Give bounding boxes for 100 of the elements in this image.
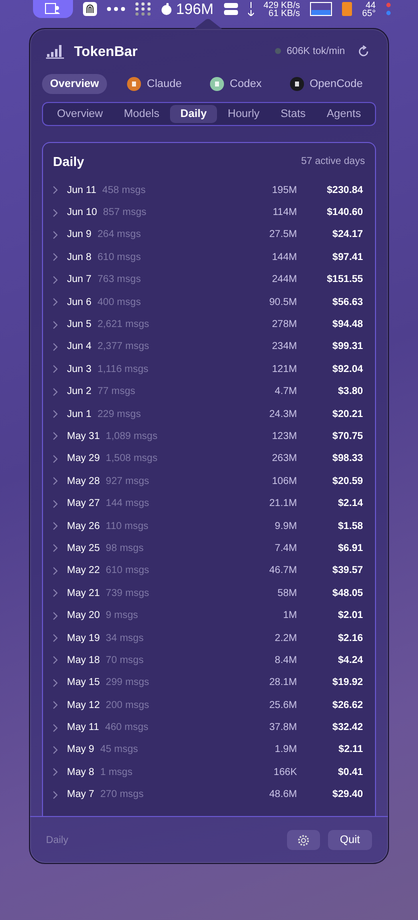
quit-button[interactable]: Quit [328,830,372,850]
chevron-icon[interactable] [53,634,58,642]
chevron-icon[interactable] [53,589,58,598]
disk-icon[interactable] [224,2,238,16]
token-count: 106M [270,476,297,487]
provider-tab[interactable]: Overview [42,74,107,94]
token-count: 46.7M [268,565,297,576]
chevron-icon[interactable] [53,768,58,776]
token-count: 8.4M [274,654,297,666]
chevron-icon[interactable] [53,298,58,306]
message-count: 1,089 msgs [106,430,158,442]
more-icon[interactable] [107,7,125,11]
chevron-icon[interactable] [53,701,58,710]
message-count: 110 msgs [106,520,148,532]
chevron-icon[interactable] [53,276,58,284]
provider-tab[interactable]: Codex [202,73,270,95]
app-title: TokenBar [74,43,138,59]
chevron-icon[interactable] [53,612,58,620]
day-cost: $20.21 [331,408,363,420]
message-count: 1,508 msgs [106,453,158,464]
message-count: 927 msgs [106,476,150,487]
chevron-icon[interactable] [53,500,58,508]
day-date: May 31 [67,430,100,442]
token-count: 195M [270,184,297,196]
message-count: 610 msgs [106,565,150,576]
day-date: Jun 2 [67,386,92,398]
chevron-icon[interactable] [53,656,58,664]
chevron-icon[interactable] [53,388,58,396]
chevron-icon[interactable] [53,342,58,351]
message-count: 270 msgs [100,789,144,800]
chevron-icon[interactable] [53,208,58,217]
token-count: 48.6M [268,789,297,800]
day-date: May 15 [67,677,100,688]
chevron-icon[interactable] [53,365,58,374]
view-tab[interactable]: Hourly [218,105,270,123]
refresh-icon[interactable] [357,44,370,58]
chevron-icon[interactable] [53,253,58,262]
message-count: 1 msgs [100,766,132,778]
settings-button[interactable] [286,830,320,850]
day-date: May 25 [67,542,100,554]
chevron-icon[interactable] [53,790,58,799]
day-cost: $24.17 [331,229,363,240]
cpu-graph-icon[interactable] [310,2,332,16]
card-title: Daily [53,154,84,168]
token-count: 263M [270,453,297,464]
token-rate: 606K tok/min [286,46,345,56]
day-date: May 26 [67,520,100,532]
chevron-icon[interactable] [53,746,58,754]
day-cost: $2.14 [336,498,363,510]
day-date: May 29 [67,453,100,464]
grid-icon[interactable] [135,2,151,16]
chevron-icon[interactable] [53,186,58,194]
chevron-icon[interactable] [53,522,58,530]
battery-level-icon[interactable] [342,2,352,16]
view-tab[interactable]: Overview [47,105,113,123]
message-count: 739 msgs [106,588,150,599]
token-count: 278M [270,319,297,330]
message-count: 200 msgs [106,700,150,711]
day-cost: $32.42 [331,722,363,734]
day-date: Jun 4 [67,341,92,352]
message-count: 458 msgs [102,184,146,196]
provider-tab[interactable]: Claude [118,73,190,95]
day-date: Jun 10 [67,207,98,218]
chevron-icon[interactable] [53,410,58,418]
message-count: 34 msgs [106,632,144,644]
message-count: 98 msgs [106,542,144,554]
chevron-icon[interactable] [53,320,58,329]
day-date: May 12 [67,700,100,711]
day-cost: $70.75 [331,430,363,442]
status-dots-icon [386,2,391,16]
message-count: 610 msgs [97,252,141,263]
view-tab[interactable]: Stats [270,105,316,123]
message-count: 763 msgs [97,274,141,286]
day-cost: $56.63 [331,296,363,308]
chevron-icon[interactable] [53,724,58,732]
message-count: 400 msgs [97,296,141,308]
day-date: May 8 [67,766,94,778]
view-tab[interactable]: Daily [170,105,217,123]
user-menu-icon[interactable] [33,0,73,18]
day-cost: $3.80 [336,386,363,398]
chevron-icon[interactable] [53,544,58,552]
day-cost: $99.31 [331,341,363,352]
chevron-icon[interactable] [53,432,58,440]
view-tab[interactable]: Models [114,105,170,123]
view-tab[interactable]: Agents [316,105,371,123]
settings-icon [296,834,310,846]
message-count: 264 msgs [97,229,141,240]
message-count: 2,377 msgs [97,341,150,352]
token-count: 123M [270,430,297,442]
token-count: 2.2M [274,632,297,644]
provider-tab[interactable]: OpenCode [282,73,371,95]
chevron-icon[interactable] [53,678,58,687]
fingerprint-icon[interactable] [83,2,97,16]
chevron-icon[interactable] [53,477,58,486]
chevron-icon[interactable] [53,566,58,575]
chevron-icon[interactable] [53,230,58,239]
token-count: 1.9M [274,744,297,756]
token-count: 25.6M [268,700,297,711]
chevron-icon[interactable] [53,454,58,463]
message-count: 70 msgs [106,654,144,666]
